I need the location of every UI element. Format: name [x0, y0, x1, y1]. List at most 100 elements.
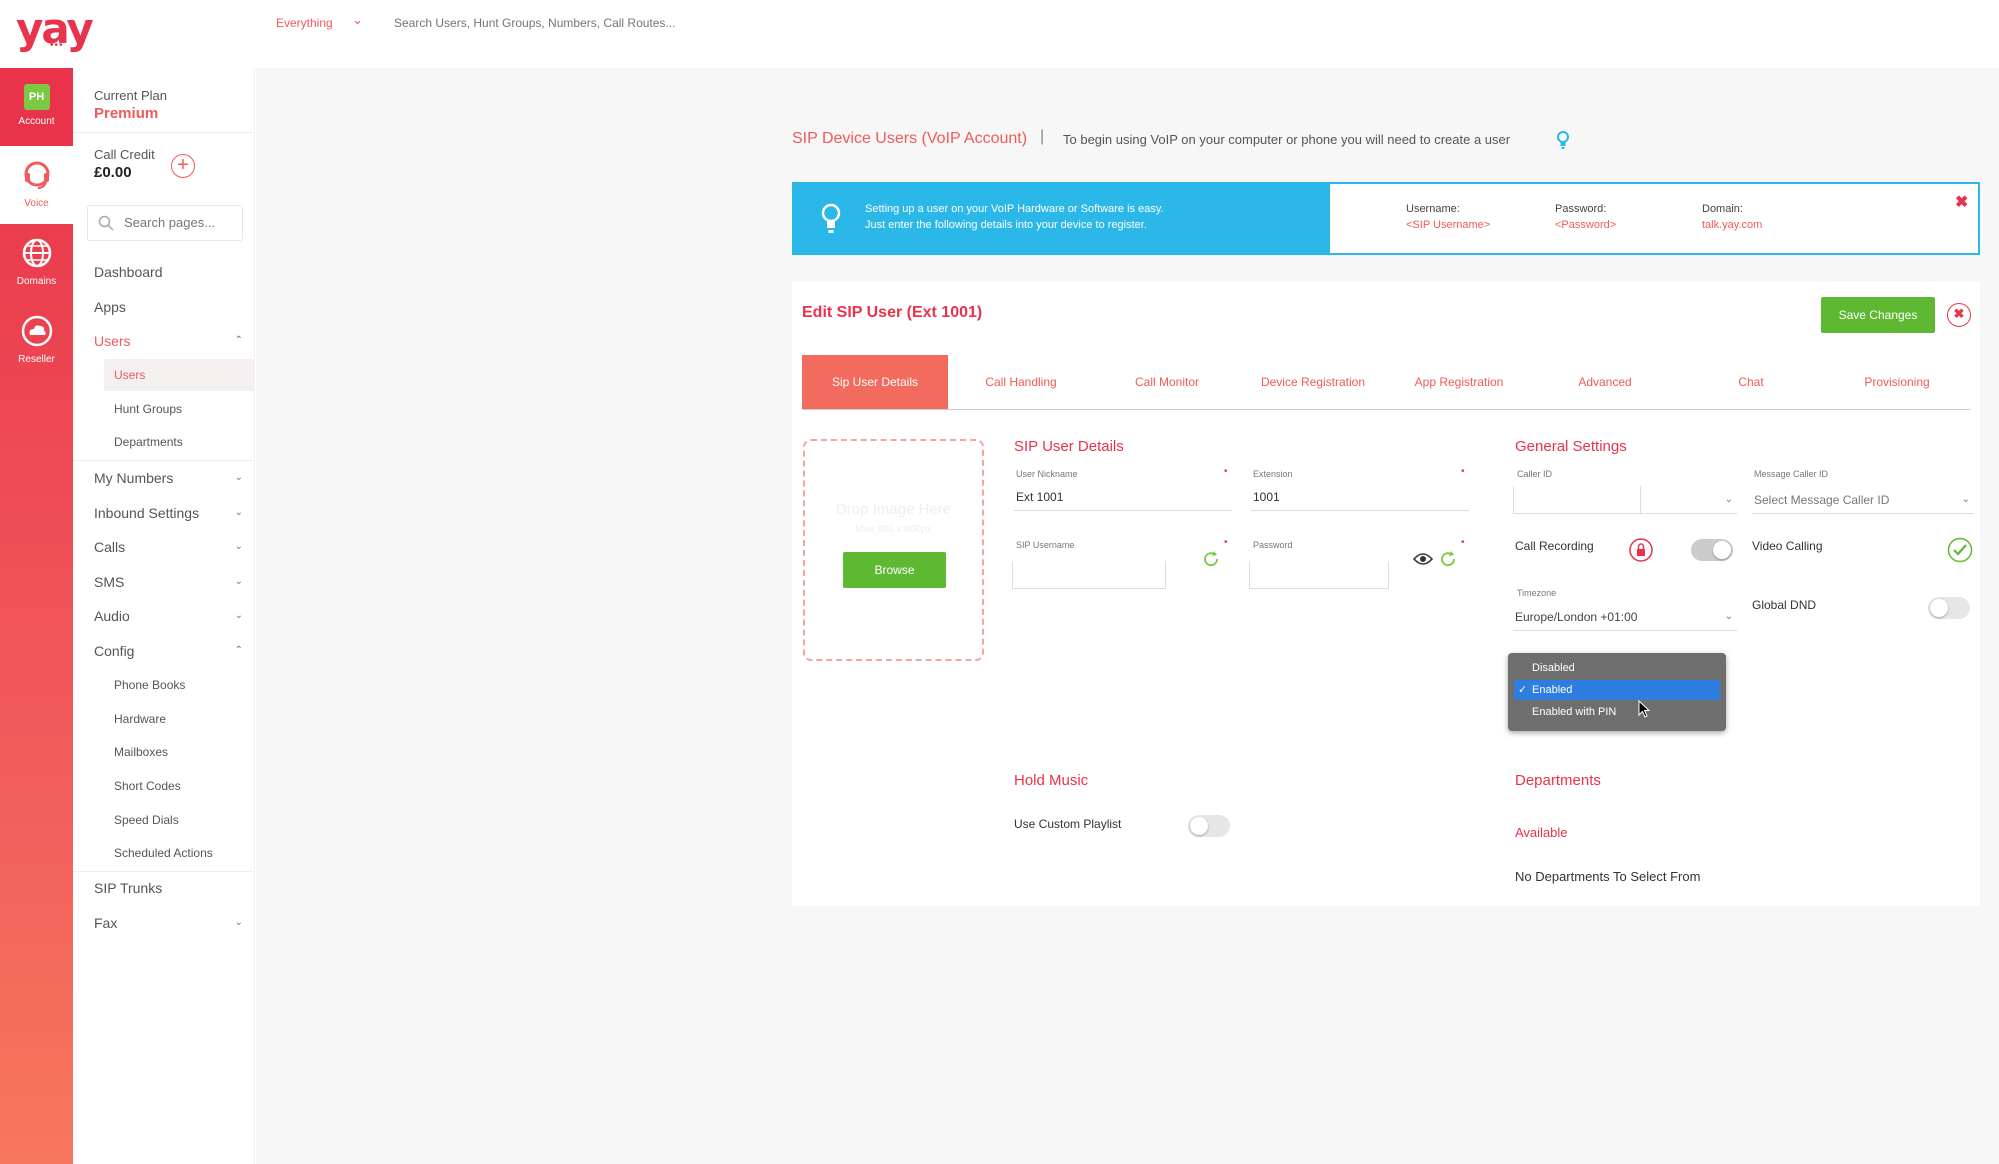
departments-empty-text: No Departments To Select From [1515, 869, 1701, 884]
nav-item-apps[interactable]: Apps [73, 291, 255, 323]
rail-item-domains[interactable]: Domains [0, 224, 73, 302]
nav-item-fax[interactable]: Fax ⌄ [73, 907, 255, 939]
call-recording-dropdown: Disabled ✓ Enabled Enabled with PIN [1508, 653, 1726, 731]
lightbulb-icon[interactable] [1556, 130, 1570, 150]
rail-item-label: Account [18, 116, 55, 127]
nav-label: Config [94, 643, 135, 659]
nav-label: SIP Trunks [94, 880, 163, 896]
sub-item-speed-dials[interactable]: Speed Dials [104, 804, 255, 836]
chevron-down-icon[interactable]: ⌄ [352, 12, 363, 28]
nav-item-sip-trunks[interactable]: SIP Trunks [73, 872, 255, 904]
sub-item-departments[interactable]: Departments [104, 426, 255, 458]
account-badge: PH [23, 84, 50, 110]
editor-tabs: Sip User Details Call Handling Call Moni… [802, 355, 1970, 410]
page-search-input[interactable] [124, 215, 239, 230]
caller-id-select[interactable]: ⌄ [1513, 486, 1737, 514]
regenerate-icon[interactable] [1439, 550, 1457, 568]
divider [73, 132, 255, 133]
extension-input[interactable] [1251, 483, 1469, 511]
credit-value: £0.00 [94, 164, 132, 181]
caller-id-value-box [1513, 486, 1641, 514]
sub-item-mailboxes[interactable]: Mailboxes [104, 736, 255, 768]
divider [73, 460, 255, 461]
chevron-down-icon: ⌄ [1961, 494, 1970, 505]
nav-item-calls[interactable]: Calls ⌄ [73, 531, 255, 563]
rail-item-account[interactable]: PH Account [0, 68, 73, 146]
custom-playlist-toggle[interactable] [1188, 815, 1230, 837]
page-search[interactable] [87, 205, 243, 241]
sub-label: Scheduled Actions [114, 846, 213, 860]
sub-item-users[interactable]: Users [104, 359, 255, 391]
plan-value: Premium [94, 105, 159, 122]
required-marker: • [1224, 537, 1228, 548]
username-label: Username: [1406, 203, 1460, 215]
headset-icon [24, 161, 49, 189]
nav-item-sms[interactable]: SMS ⌄ [73, 566, 255, 598]
sub-item-phone-books[interactable]: Phone Books [104, 669, 255, 701]
close-editor-button[interactable]: ✖ [1947, 303, 1971, 327]
regenerate-icon[interactable] [1202, 550, 1220, 568]
rail-item-voice[interactable]: Voice [0, 146, 73, 224]
toggle-knob [1713, 541, 1731, 559]
nickname-label: User Nickname [1016, 469, 1078, 479]
save-changes-button[interactable]: Save Changes [1821, 297, 1935, 333]
nav-item-config[interactable]: Config ⌃ [73, 635, 255, 667]
password-label: Password: [1555, 203, 1607, 215]
timezone-select[interactable]: Europe/London +01:00 ⌄ [1513, 603, 1737, 631]
sub-item-short-codes[interactable]: Short Codes [104, 770, 255, 802]
chevron-down-icon: ⌄ [1724, 494, 1733, 505]
sub-item-scheduled-actions[interactable]: Scheduled Actions [104, 837, 255, 869]
nav-item-users[interactable]: Users ⌃ [73, 325, 255, 357]
tab-sip-user-details[interactable]: Sip User Details [802, 355, 948, 409]
chevron-down-icon: ⌄ [234, 576, 243, 587]
toggle-knob [1190, 817, 1208, 835]
sub-label: Mailboxes [114, 745, 169, 759]
global-dnd-toggle[interactable] [1928, 597, 1970, 619]
tab-call-monitor[interactable]: Call Monitor [1094, 355, 1240, 409]
dropdown-option-enabled-with-pin[interactable]: Enabled with PIN [1514, 702, 1720, 722]
lightbulb-icon [821, 203, 841, 233]
call-recording-toggle[interactable] [1691, 539, 1733, 561]
lock-icon[interactable] [1629, 538, 1653, 562]
password-input[interactable] [1249, 561, 1389, 589]
image-dropzone[interactable]: Drop Image Here Max 800 x 800px Browse [803, 439, 984, 661]
rail-item-reseller[interactable]: Reseller [0, 302, 73, 380]
domain-label: Domain: [1702, 203, 1743, 215]
tab-provisioning[interactable]: Provisioning [1824, 355, 1970, 409]
nav-item-dashboard[interactable]: Dashboard [73, 256, 255, 288]
general-settings-title: General Settings [1515, 438, 1627, 455]
nav-item-audio[interactable]: Audio ⌄ [73, 600, 255, 632]
departments-available-label: Available [1515, 825, 1568, 840]
sip-username-input[interactable] [1012, 561, 1166, 589]
eye-icon[interactable] [1413, 552, 1433, 566]
banner-line-2: Just enter the following details into yo… [865, 219, 1147, 231]
edit-user-card: Edit SIP User (Ext 1001) Save Changes ✖ … [792, 282, 1980, 906]
tab-chat[interactable]: Chat [1678, 355, 1824, 409]
sub-label: Phone Books [114, 678, 186, 692]
nickname-input[interactable] [1014, 483, 1232, 511]
nav-item-inbound-settings[interactable]: Inbound Settings ⌄ [73, 497, 255, 529]
tab-call-handling[interactable]: Call Handling [948, 355, 1094, 409]
dropdown-option-disabled[interactable]: Disabled [1514, 658, 1720, 678]
search-scope-select[interactable]: Everything [276, 16, 333, 30]
sub-item-hunt-groups[interactable]: Hunt Groups [104, 393, 255, 425]
browse-button[interactable]: Browse [843, 552, 946, 588]
editor-title: Edit SIP User (Ext 1001) [802, 304, 983, 321]
option-label: Enabled with PIN [1532, 706, 1617, 718]
sub-item-hardware[interactable]: Hardware [104, 703, 255, 735]
chevron-down-icon: ⌄ [1724, 611, 1733, 622]
page-info: To begin using VoIP on your computer or … [1063, 132, 1511, 147]
tab-advanced[interactable]: Advanced [1532, 355, 1678, 409]
toggle-knob [1930, 599, 1948, 617]
banner-close-button[interactable]: ✖ [1955, 192, 1968, 212]
banner-line-1: Setting up a user on your VoIP Hardware … [865, 203, 1164, 215]
tab-app-registration[interactable]: App Registration [1386, 355, 1532, 409]
check-circle-icon[interactable] [1947, 537, 1973, 563]
global-search-input[interactable] [394, 16, 814, 30]
chevron-down-icon: ⌄ [234, 917, 243, 928]
tab-device-registration[interactable]: Device Registration [1240, 355, 1386, 409]
nav-item-my-numbers[interactable]: My Numbers ⌄ [73, 462, 255, 494]
add-credit-button[interactable]: + [171, 154, 195, 178]
dropdown-option-enabled[interactable]: ✓ Enabled [1514, 680, 1720, 700]
message-caller-id-select[interactable]: Select Message Caller ID ⌄ [1752, 486, 1974, 514]
